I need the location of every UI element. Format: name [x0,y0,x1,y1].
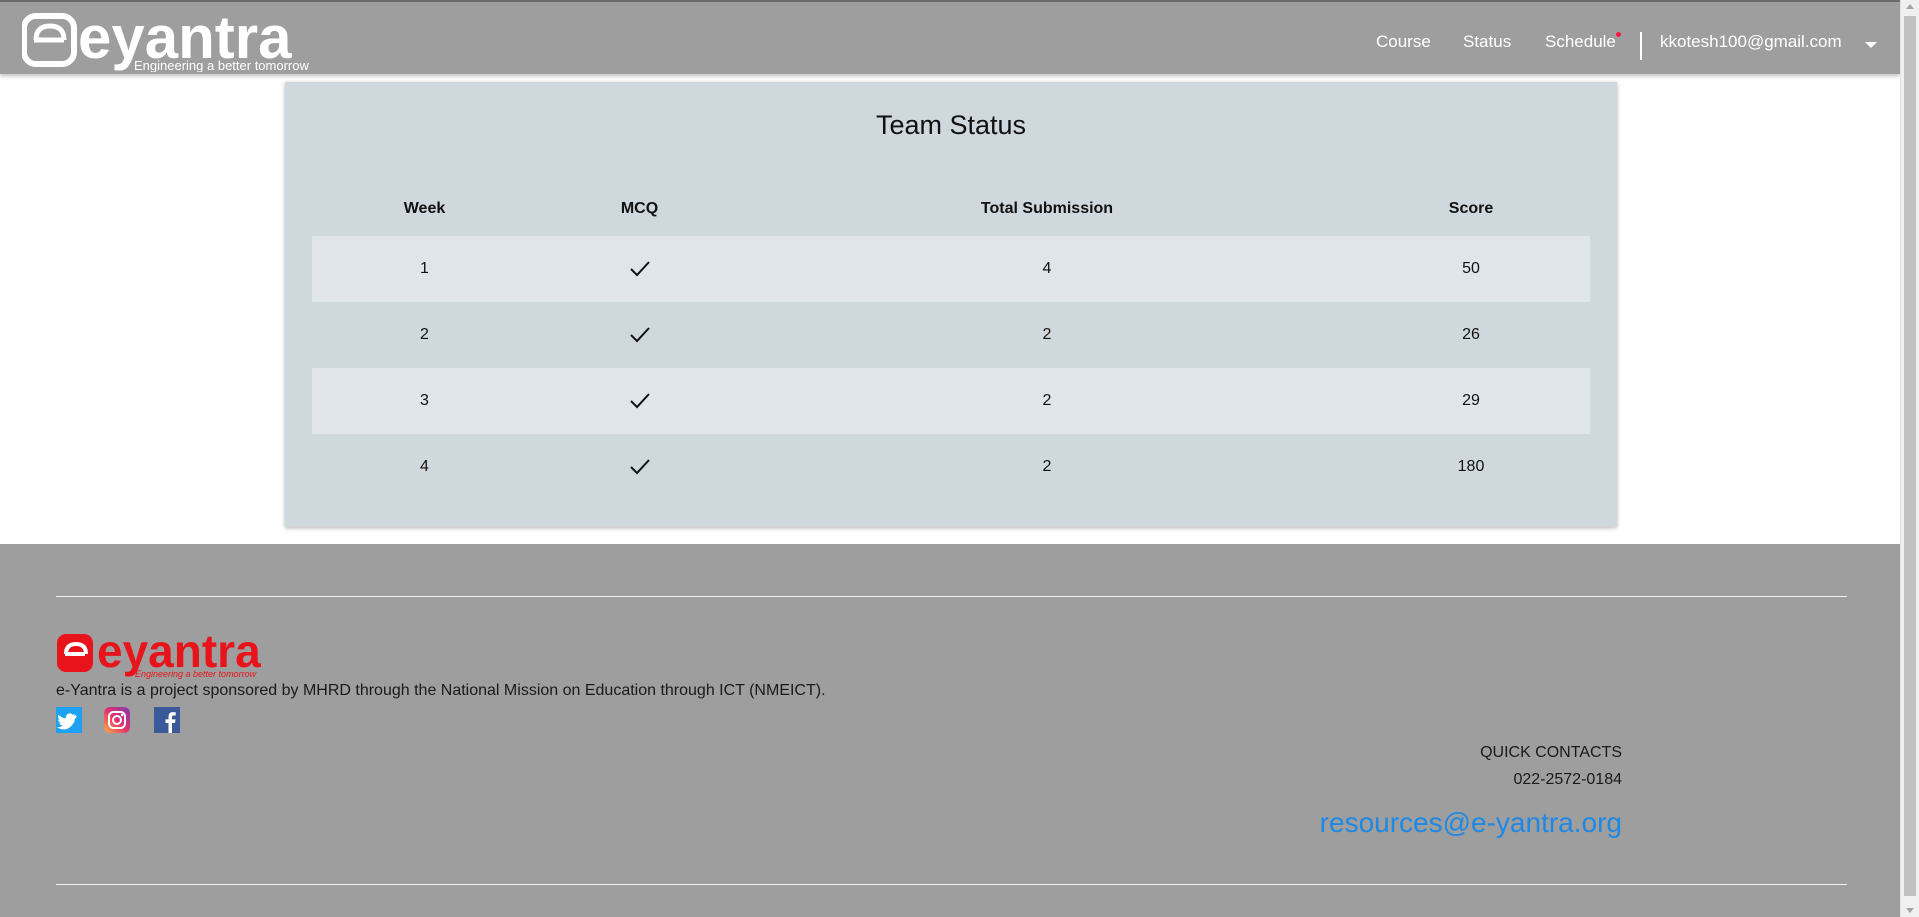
facebook-icon[interactable] [154,707,180,733]
score-cell: 180 [1457,458,1485,475]
total-submission-cell: 4 [1042,260,1052,277]
mcq-cell [537,236,742,302]
check-icon [629,327,650,343]
column-header-week: Week [403,200,446,217]
total-submission-cell: 2 [1042,392,1052,409]
nav-status[interactable]: Status [1463,32,1511,52]
nav-course[interactable]: Course [1376,32,1431,52]
mcq-cell [537,434,742,500]
eyantra-footer-logo: eyantra Engineering a better tomorrow [57,629,261,679]
quick-contacts: QUICK CONTACTS 022-2572-0184 [1480,744,1622,789]
scrollbar-thumb[interactable] [1904,16,1916,896]
eyantra-logo: eyantra Engineering a better tomorrow [22,8,309,72]
schedule-notification-dot [1616,32,1621,37]
page-scrollbar[interactable] [1900,0,1919,917]
week-cell: 2 [420,326,429,343]
user-email[interactable]: kkotesh100@gmail.com [1660,32,1842,52]
site-footer: eyantra Engineering a better tomorrow e-… [0,544,1900,917]
week-cell: 3 [420,392,429,409]
sponsor-text: e-Yantra is a project sponsored by MHRD … [56,682,826,699]
footer-divider-top [56,596,1847,597]
chevron-down-icon[interactable] [1865,42,1877,48]
check-icon [629,393,650,409]
check-icon [629,459,650,475]
scroll-down-icon[interactable] [1906,908,1914,913]
week-cell: 4 [420,458,429,475]
table-row: 2 2 26 [312,302,1590,368]
total-submission-cell: 2 [1042,326,1052,343]
quick-contacts-label: QUICK CONTACTS [1480,744,1622,761]
mcq-cell [537,302,742,368]
contact-email-link[interactable]: resources@e-yantra.org [1320,807,1622,839]
score-cell: 50 [1462,260,1480,277]
check-icon [629,261,650,277]
table-row: 3 2 29 [312,368,1590,434]
nav-divider [1640,32,1642,60]
nav-schedule[interactable]: Schedule [1545,32,1616,52]
table-row: 1 4 50 [312,236,1590,302]
contact-phone: 022-2572-0184 [1513,771,1622,788]
column-header-score: Score [1448,200,1494,217]
mcq-cell [537,368,742,434]
team-status-table: Week MCQ Total Submission Score 1 4 50 2… [312,182,1590,500]
footer-divider-bottom [56,884,1847,885]
twitter-icon[interactable] [56,707,82,733]
logo-tagline: Engineering a better tomorrow [134,58,309,72]
footer-logo-tagline: Engineering a better tomorrow [135,669,257,679]
table-header: Week MCQ Total Submission Score [312,182,1590,236]
week-cell: 1 [420,260,429,277]
top-navbar: eyantra Engineering a better tomorrow Co… [0,0,1900,74]
column-header-mcq: MCQ [620,200,659,217]
score-cell: 26 [1462,326,1480,343]
team-status-card: Team Status Week MCQ Total Submission Sc… [285,82,1617,527]
score-cell: 29 [1462,392,1480,409]
table-row: 4 2 180 [312,434,1590,500]
total-submission-cell: 2 [1042,458,1052,475]
instagram-icon[interactable] [104,707,130,733]
column-header-total-submission: Total Submission [980,200,1114,217]
page-title: Team Status [875,110,1027,140]
scroll-up-icon[interactable] [1906,4,1914,9]
